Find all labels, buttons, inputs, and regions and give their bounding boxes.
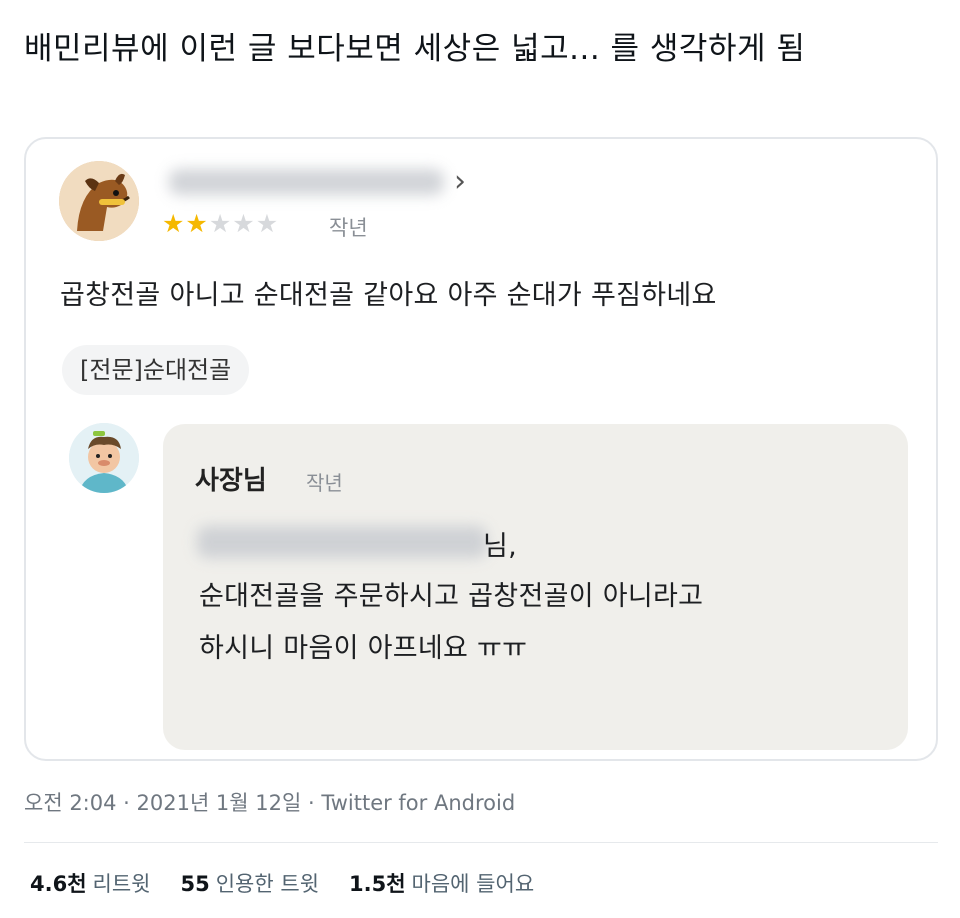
quote-count: 55 [180,872,210,896]
divider [24,842,938,843]
review-text: 곱창전골 아니고 순대전골 같아요 아주 순대가 푸짐하네요 [60,280,717,311]
rating-stars: ★★★★★ [162,209,279,238]
star-icon: ★ [208,209,233,238]
review-card: › ★★★★★ 작년 곱창전골 아니고 순대전골 같아요 아주 순대가 푸짐하네… [24,137,938,761]
star-icon: ★ [185,209,209,238]
reviewer-avatar[interactable] [59,161,139,241]
quote-stat[interactable]: 55 인용한 트윗 [181,868,320,898]
retweet-count: 4.6천 [30,872,87,896]
star-icon: ★ [162,209,186,238]
reply-line-3: 하시니 마음이 아프네요 ㅠㅠ [199,633,528,664]
retweet-stat[interactable]: 4.6천 리트윗 [30,868,151,898]
reply-time: 작년 [306,471,343,495]
star-icon: ★ [232,209,256,238]
chevron-right-icon[interactable]: › [454,165,466,199]
tweet-meta[interactable]: 오전 2:04 · 2021년 1월 12일 · Twitter for And… [24,787,515,817]
like-stat[interactable]: 1.5천 마음에 들어요 [349,868,534,898]
like-count: 1.5천 [349,872,406,896]
reply-line-2: 순대전골을 주문하시고 곱창전골이 아니라고 [199,581,704,612]
reply-author: 사장님 [195,466,267,496]
menu-tag: [전문]순대전골 [62,345,250,395]
like-label: 마음에 들어요 [411,872,535,896]
reviewer-name-blurred [169,169,444,195]
tweet-text: 배민리뷰에 이런 글 보다보면 세상은 넓고... 를 생각하게 됨 [24,31,806,67]
reply-recipient-blurred [197,526,487,558]
tweet-stats: 4.6천 리트윗 55 인용한 트윗 1.5천 마음에 들어요 [30,868,534,898]
retweet-label: 리트윗 [92,872,151,896]
reply-line-1: 님, [483,531,518,562]
owner-avatar[interactable] [69,423,139,493]
quote-label: 인용한 트윗 [215,872,320,896]
star-icon: ★ [255,209,280,238]
owner-reply: 사장님 작년 님, 순대전골을 주문하시고 곱창전골이 아니라고 하시니 마음이… [163,424,908,750]
review-time: 작년 [329,216,368,240]
